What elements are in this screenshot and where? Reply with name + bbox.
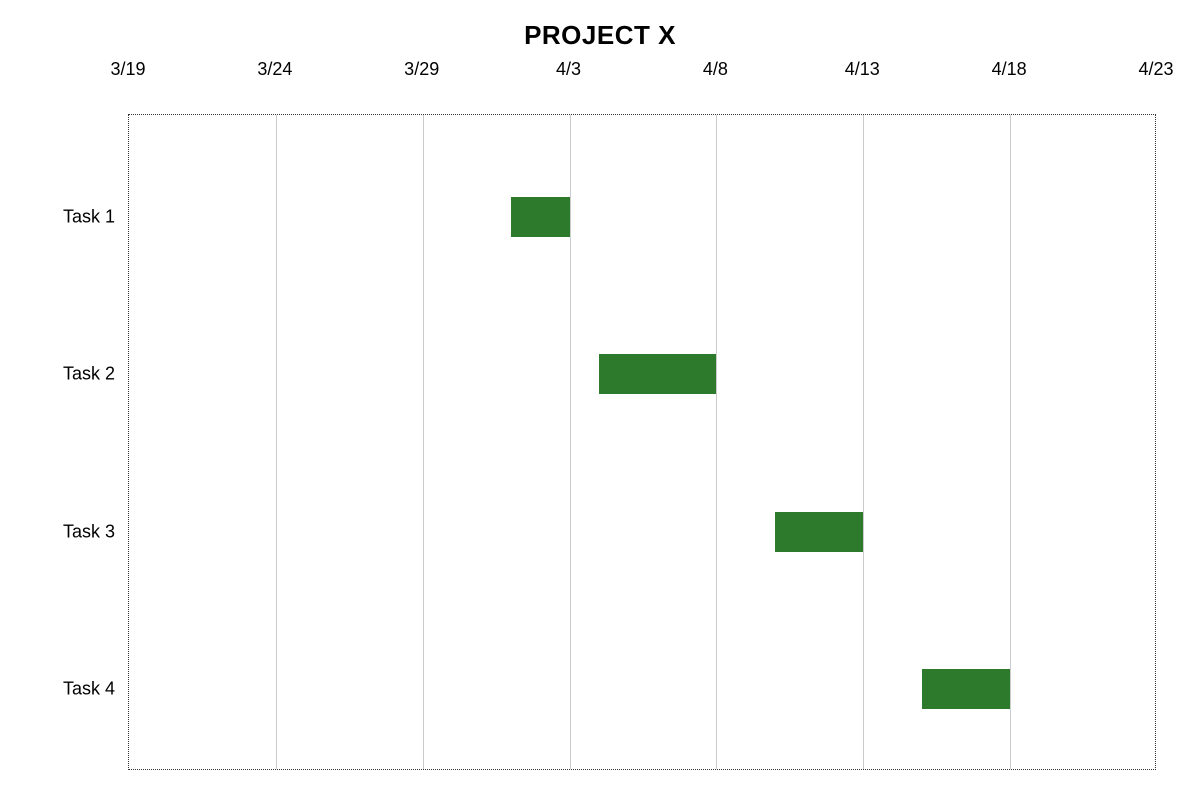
x-tick-label: 4/18: [992, 59, 1027, 80]
x-axis: 3/19 3/24 3/29 4/3 4/8 4/13 4/18 4/23: [0, 55, 1200, 89]
task-bar: [922, 669, 1010, 709]
y-tick-label: Task 1: [63, 206, 115, 227]
x-tick-label: 4/8: [703, 59, 728, 80]
gantt-chart: PROJECT X 3/19 3/24 3/29 4/3 4/8 4/13 4/18 4/23…: [0, 20, 1200, 89]
task-bar: [599, 354, 716, 394]
x-tick-label: 4/3: [556, 59, 581, 80]
x-tick-label: 3/19: [110, 59, 145, 80]
y-tick-label: Task 4: [63, 679, 115, 700]
chart-title: PROJECT X: [0, 20, 1200, 51]
x-tick-label: 3/29: [404, 59, 439, 80]
grid-line: [423, 115, 424, 769]
x-tick-label: 3/24: [257, 59, 292, 80]
plot-area: Task 1Task 2Task 3Task 4: [128, 114, 1156, 770]
grid-line: [570, 115, 571, 769]
task-bar: [775, 512, 863, 552]
grid-line: [716, 115, 717, 769]
x-tick-label: 4/23: [1138, 59, 1173, 80]
y-tick-label: Task 2: [63, 364, 115, 385]
task-bar: [511, 197, 570, 237]
grid-line: [1010, 115, 1011, 769]
y-tick-label: Task 3: [63, 521, 115, 542]
grid-line: [863, 115, 864, 769]
grid-line: [276, 115, 277, 769]
x-tick-label: 4/13: [845, 59, 880, 80]
